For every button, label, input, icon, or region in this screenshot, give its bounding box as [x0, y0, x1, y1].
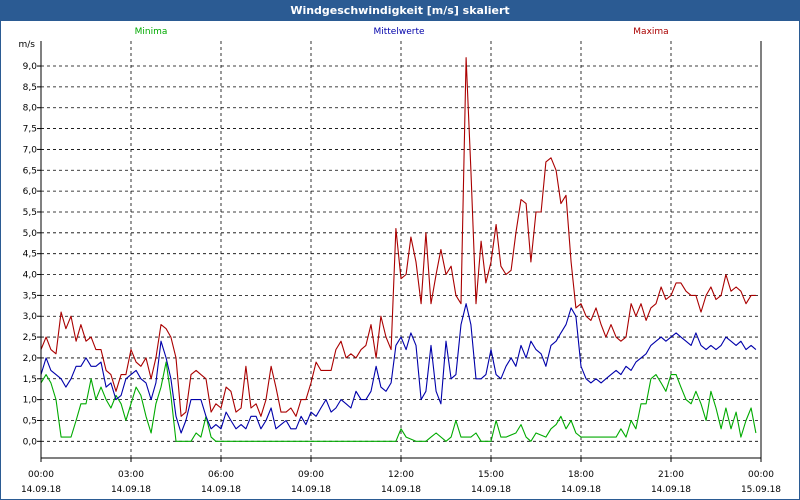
y-tick-label: 0,5	[23, 416, 37, 426]
x-tick-time-label: 12:00	[388, 470, 414, 480]
chart-window: Windgeschwindigkeit [m/s] skaliert 0,0 0,…	[0, 0, 800, 500]
y-tick-label: 8,5	[23, 83, 37, 93]
y-tick-label: 3,5	[23, 291, 37, 301]
series-line-maxima	[40, 57, 756, 417]
y-tick-label: 2,5	[23, 333, 37, 343]
y-tick-label: 9,0	[23, 62, 38, 72]
x-tick-time-label: 15:00	[478, 470, 504, 480]
x-tick-time-label: 09:00	[298, 470, 324, 480]
window-title: Windgeschwindigkeit [m/s] skaliert	[1, 1, 799, 21]
y-tick-label: 0,0	[23, 437, 38, 447]
legend-mittelwerte: Mittelwerte	[373, 27, 424, 37]
y-axis-unit-label: m/s	[19, 40, 36, 50]
y-tick-label: 8,0	[23, 104, 38, 114]
series-line-minima	[40, 361, 757, 442]
wind-speed-chart: 0,0 0,5 1,0 1,5 2,0 2,5 3,0 3,5 4,0 4,5 5,0 5,5 6,0 6…	[19, 27, 782, 495]
grid	[41, 41, 761, 458]
x-tick-time-label: 03:00	[118, 470, 144, 480]
x-tick-time-label: 06:00	[208, 470, 234, 480]
x-tick-time-label: 18:00	[568, 470, 594, 480]
x-tick-time-label: 00:00	[28, 470, 54, 480]
y-tick-label: 1,0	[23, 396, 38, 406]
y-tick-label: 2,0	[23, 354, 38, 364]
x-tick-date-label: 14.09.18	[651, 485, 691, 495]
y-tick-label: 6,0	[23, 187, 38, 197]
y-tick-label: 5,5	[23, 208, 37, 218]
x-tick-date-label: 14.09.18	[561, 485, 601, 495]
x-tick-date-label: 14.09.18	[201, 485, 241, 495]
x-tick-date-label: 14.09.18	[21, 485, 61, 495]
y-tick-label: 7,0	[23, 145, 38, 155]
legend-maxima: Maxima	[633, 27, 668, 37]
x-tick-date-label: 14.09.18	[471, 485, 511, 495]
y-tick-label: 3,0	[23, 312, 38, 322]
x-tick-time-label: 00:00	[748, 470, 774, 480]
y-tick-label: 7,5	[23, 125, 37, 135]
y-tick-label: 5,0	[23, 229, 38, 239]
x-tick-time-label: 21:00	[658, 470, 684, 480]
legend: Minima Mittelwerte Maxima	[135, 27, 669, 37]
axes	[37, 41, 762, 462]
x-tick-date-label: 14.09.18	[381, 485, 421, 495]
y-tick-label: 4,5	[23, 250, 37, 260]
y-tick-label: 4,0	[23, 271, 38, 281]
x-tick-date-label: 14.09.18	[291, 485, 331, 495]
series-lines	[40, 57, 757, 442]
legend-minima: Minima	[135, 27, 168, 37]
y-tick-label: 1,5	[23, 375, 37, 385]
y-tick-label: 6,5	[23, 166, 37, 176]
x-tick-date-label: 14.09.18	[111, 485, 151, 495]
x-tick-date-label: 15.09.18	[741, 485, 781, 495]
